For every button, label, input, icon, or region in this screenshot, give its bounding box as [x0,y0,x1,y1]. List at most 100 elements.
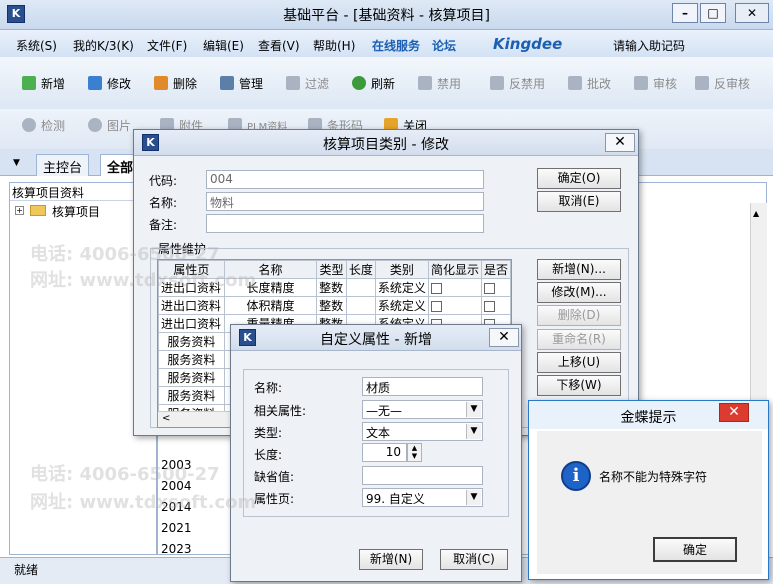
tab-main-console[interactable]: 主控台 [36,154,90,176]
attr-move-up-button[interactable]: 上移(U) [537,352,621,373]
title-bar: K 基础平台 - [基础资料 - 核算项目] – □ ✕ [0,0,773,30]
document-icon [568,76,582,90]
table-row[interactable]: 进出口资料 体积精度 整数 系统定义 [158,296,511,315]
cell-name: 长度精度 [223,278,318,297]
checkbox[interactable] [483,282,495,294]
ok-button[interactable]: 确定(O) [537,168,621,189]
toolbar-filter-button[interactable]: 过滤 [286,73,329,93]
tools-icon [220,76,234,90]
close-icon[interactable]: ✕ [605,133,635,152]
checkbox[interactable] [483,300,495,312]
chevron-down-icon[interactable]: ▼ [466,402,481,417]
tab-dropdown-icon[interactable]: ▼ [13,158,20,168]
toolbar-delete-button[interactable]: 删除 [154,73,197,93]
checkbox[interactable] [430,300,442,312]
help-search-input[interactable]: 请输入助记码 [613,37,685,54]
chevron-down-icon[interactable]: ▼ [466,490,481,505]
tree-root-label: 核算项目 [52,205,101,219]
related-attr-select[interactable]: —无— ▼ [362,400,483,419]
online-service-link[interactable]: 在线服务 [372,37,420,54]
attr-name-field[interactable]: 材质 [362,377,483,396]
toolbar-enable-button[interactable]: 反禁用 [490,73,545,93]
category-dialog-title: 核算项目类别 - 修改 [323,137,449,153]
cell-page: 进出口资料 [158,278,225,297]
list-item: 2004 [161,479,192,493]
menu-edit[interactable]: 编辑(E) [203,37,244,54]
column-header[interactable]: 属性页 [158,260,225,279]
toolbar-add-button[interactable]: 新增 [22,73,65,93]
toolbar-manage-button[interactable]: 管理 [220,73,263,93]
close-icon[interactable]: ✕ [719,403,749,422]
close-icon[interactable]: ✕ [489,328,519,347]
cell-page: 服务资料 [158,368,225,387]
cell-page: 服务资料 [158,386,225,405]
close-button[interactable]: ✕ [735,3,769,23]
toolbar-refresh-button[interactable]: 刷新 [352,73,395,93]
toolbar-unaudit-button[interactable]: 反审核 [695,73,750,93]
document-icon [418,76,432,90]
default-value-label: 缺省值: [254,470,295,484]
custom-add-button[interactable]: 新增(N) [359,549,423,570]
column-header[interactable]: 名称 [223,260,318,279]
toolbar-batch-edit-button[interactable]: 批改 [568,73,611,93]
menu-my-k3[interactable]: 我的K/3(K) [73,37,134,54]
toolbar-audit-button[interactable]: 审核 [634,73,677,93]
attr-move-down-button[interactable]: 下移(W) [537,375,621,396]
column-header[interactable]: 类别 [374,260,429,279]
attr-delete-button[interactable]: 删除(D) [537,305,621,326]
magnifier-icon [22,118,36,132]
scroll-left-icon[interactable]: < [162,413,170,424]
kingdee-logo: Kingdee [493,35,563,53]
cell-name: 体积精度 [223,296,318,315]
column-header[interactable]: 类型 [316,260,347,279]
alert-titlebar: 金蝶提示 ✕ [529,401,768,429]
chevron-down-icon[interactable]: ▼ [466,424,481,439]
minimize-button[interactable]: – [672,3,698,23]
menu-view[interactable]: 查看(V) [258,37,300,54]
name-field[interactable]: 物料 [206,192,484,211]
remark-field[interactable] [206,214,484,233]
property-page-select[interactable]: 99. 自定义 ▼ [362,488,483,507]
default-value-field[interactable] [362,466,483,485]
attr-edit-button[interactable]: 修改(M)... [537,282,621,303]
checkbox[interactable] [430,282,442,294]
cancel-button[interactable]: 取消(E) [537,191,621,212]
code-field[interactable]: 004 [206,170,484,189]
toolbar-image-button[interactable]: 图片 [88,115,131,135]
toolbar-disable-button[interactable]: 禁用 [418,73,461,93]
remark-label: 备注: [149,218,178,232]
forum-link[interactable]: 论坛 [432,37,456,54]
attr-rename-button[interactable]: 重命名(R) [537,329,621,350]
custom-attribute-dialog: K 自定义属性 - 新增 ✕ 名称: 材质 相关属性: —无— ▼ 类型: 文本… [230,324,522,582]
menu-bar: 系统(S) 我的K/3(K) 文件(F) 编辑(E) 查看(V) 帮助(H) 在… [0,30,773,82]
window-title: 基础平台 - [基础资料 - 核算项目] [283,8,490,24]
length-field[interactable]: 10 [362,443,407,462]
column-header[interactable]: 长度 [345,260,376,279]
document-icon [490,76,504,90]
menu-file[interactable]: 文件(F) [147,37,187,54]
filter-icon [286,76,300,90]
cell-category: 系统定义 [374,278,429,297]
cell-length [345,296,376,315]
type-label: 类型: [254,426,283,440]
alert-ok-button[interactable]: 确定 [653,537,737,562]
length-label: 长度: [254,448,283,462]
column-header[interactable]: 是否 [480,260,511,279]
expand-icon[interactable]: + [15,206,24,215]
table-row[interactable]: 进出口资料 长度精度 整数 系统定义 [158,278,511,297]
toolbar-edit-button[interactable]: 修改 [88,73,131,93]
menu-help[interactable]: 帮助(H) [313,37,355,54]
edit-icon [88,76,102,90]
book-icon [634,76,648,90]
info-icon: i [561,461,591,491]
custom-cancel-button[interactable]: 取消(C) [440,549,508,570]
maximize-button[interactable]: □ [700,3,726,23]
type-select[interactable]: 文本 ▼ [362,422,483,441]
length-stepper[interactable]: ▲ ▼ [407,443,422,462]
column-header[interactable]: 简化显示 [427,260,482,279]
scroll-up-icon[interactable]: ▲ [753,209,759,218]
list-item: 2021 [161,521,192,535]
menu-system[interactable]: 系统(S) [16,37,57,54]
attr-add-button[interactable]: 新增(N)... [537,259,621,280]
toolbar-check-button[interactable]: 检测 [22,115,65,135]
